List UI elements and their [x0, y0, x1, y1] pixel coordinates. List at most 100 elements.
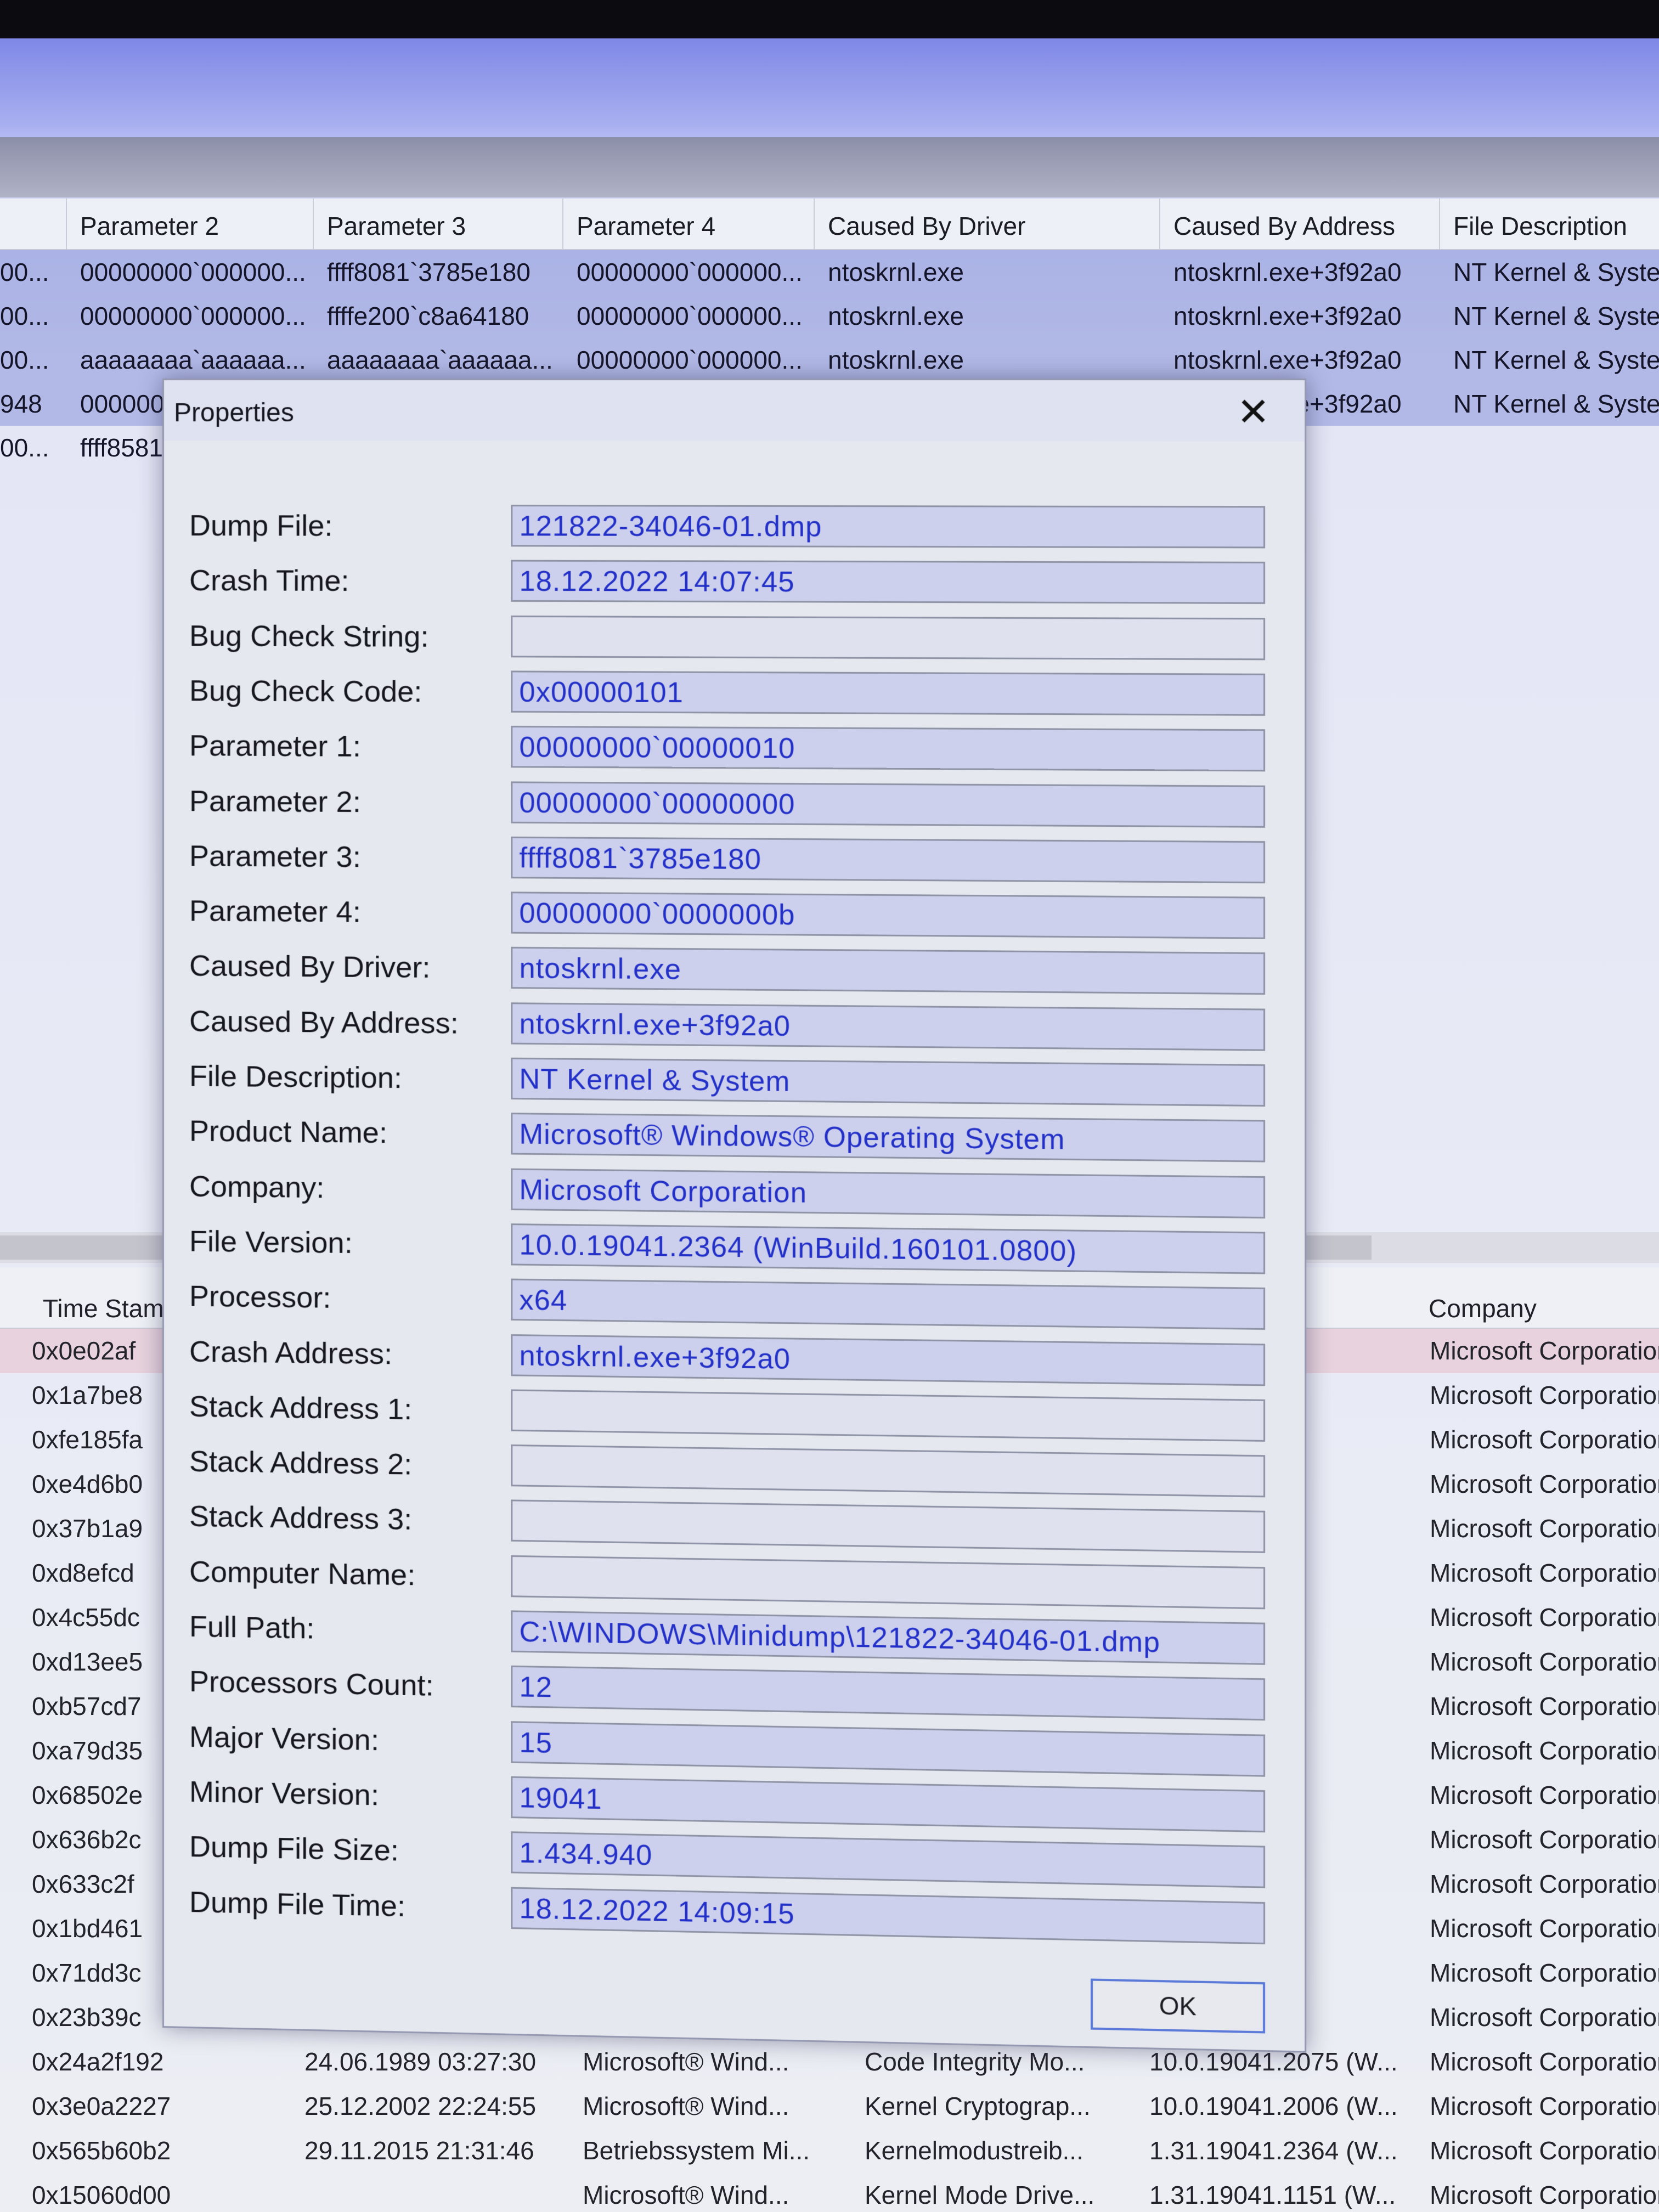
property-value-field[interactable]: ntoskrnl.exe — [511, 947, 1266, 995]
property-row: Parameter 4: 00000000`0000000b — [164, 886, 1305, 944]
cell-file-description: Kernel Mode Drive... — [865, 2181, 1095, 2209]
property-value-field[interactable] — [511, 1555, 1266, 1610]
crash-row[interactable]: 00... 00000000`000000... ffffe200`c8a64180… — [0, 294, 1659, 338]
driver-row[interactable]: 0x15060d00 Microsoft® Wind... Kernel Mode … — [0, 2173, 1659, 2212]
property-value-field[interactable]: Microsoft® Windows® Operating System — [511, 1113, 1266, 1163]
property-value-field[interactable]: ntoskrnl.exe+3f92a0 — [511, 1002, 1266, 1051]
property-label: Product Name: — [189, 1114, 387, 1150]
cell-company: Microsoft Corporation — [1430, 2181, 1659, 2209]
crash-row[interactable]: 00... aaaaaaaa`aaaaaa... aaaaaaaa`aaaaaa..… — [0, 338, 1659, 382]
cell-company: Microsoft Corporation — [1430, 1336, 1659, 1365]
property-label: Bug Check String: — [189, 619, 429, 653]
cell-company: Microsoft Corporation — [1430, 2136, 1659, 2165]
property-row: Dump File: 121822-34046-01.dmp — [164, 501, 1305, 553]
property-row: Crash Time: 18.12.2022 14:07:45 — [164, 556, 1305, 608]
cell-company: Microsoft Corporation — [1430, 1692, 1659, 1720]
driver-row[interactable]: 0x565b60b2 29.11.2015 21:31:46 Betriebssys… — [0, 2129, 1659, 2173]
property-value-field[interactable]: 00000000`00000010 — [511, 726, 1266, 772]
cell-time-stamp: 0x15060d00 — [32, 2181, 171, 2209]
property-label: Stack Address 2: — [189, 1444, 413, 1481]
property-row: File Description: NT Kernel & System — [164, 1051, 1305, 1111]
column-header-company[interactable]: Company — [1415, 1267, 1537, 1328]
property-value-field[interactable]: ffff8081`3785e180 — [511, 836, 1266, 884]
cell-company: Microsoft Corporation — [1430, 1870, 1659, 1898]
cell-product-name: Microsoft® Wind... — [583, 2181, 789, 2209]
property-row: Stack Address 1: — [164, 1381, 1305, 1447]
property-value-field[interactable]: Microsoft Corporation — [511, 1168, 1266, 1218]
cell-file-description — [1440, 426, 1659, 470]
property-value-field[interactable] — [511, 1389, 1266, 1442]
property-value-field[interactable]: 00000000`0000000b — [511, 891, 1266, 939]
cell-file-description: Kernel Cryptograp... — [865, 2092, 1091, 2120]
property-value-field[interactable] — [511, 1499, 1266, 1554]
cell-caused-by-driver: ntoskrnl.exe — [828, 302, 964, 330]
cell-product-name: Betriebssystem Mi... — [583, 2136, 810, 2165]
property-value-field[interactable]: C:\WINDOWS\Minidump\121822-34046-01.dmp — [511, 1610, 1266, 1665]
column-header-blank[interactable] — [0, 199, 67, 249]
cell-date: 29.11.2015 21:31:46 — [304, 2136, 534, 2165]
cell-caused-by-address: ntoskrnl.exe+3f92a0 — [1173, 346, 1402, 374]
cell-company: Microsoft Corporation — [1430, 1425, 1659, 1454]
driver-row[interactable]: 0x3e0a2227 25.12.2002 22:24:55 Microsoft® … — [0, 2084, 1659, 2129]
property-label: File Version: — [189, 1224, 353, 1260]
property-label: Parameter 1: — [189, 729, 361, 764]
cell-caused-by-address: ntoskrnl.exe+3f92a0 — [1173, 258, 1402, 286]
cell-time-stamp: 0x24a2f192 — [32, 2047, 164, 2076]
crash-row[interactable]: 00... 00000000`000000... ffff8081`3785e180… — [0, 250, 1659, 294]
property-value-field[interactable]: 12 — [511, 1666, 1266, 1721]
property-label: Bug Check Code: — [189, 674, 422, 708]
ok-button[interactable]: OK — [1090, 1978, 1266, 2034]
cell-file-version: 10.0.19041.2006 (W... — [1149, 2092, 1398, 2120]
cell-parameter-1: 948 — [0, 390, 42, 418]
cell-parameter-1: 00... — [0, 346, 49, 374]
property-value-field[interactable] — [511, 615, 1266, 660]
driver-row[interactable]: 0x24a2f192 24.06.1989 03:27:30 Microsoft® … — [0, 2040, 1659, 2084]
property-label: Processor: — [189, 1279, 331, 1314]
column-header-parameter-2[interactable]: Parameter 2 — [67, 199, 314, 249]
property-value-field[interactable]: 0x00000101 — [511, 670, 1266, 716]
cell-product-name: Microsoft® Wind... — [583, 2047, 789, 2076]
cell-file-description: NT Kernel & System — [1453, 390, 1659, 418]
property-value-field[interactable]: 19041 — [511, 1776, 1266, 1833]
cell-caused-by-driver: ntoskrnl.exe — [828, 258, 964, 286]
property-row: Parameter 1: 00000000`00000010 — [164, 721, 1305, 776]
property-value-field[interactable]: 15 — [511, 1720, 1266, 1777]
column-header-caused-by-address[interactable]: Caused By Address — [1160, 199, 1440, 249]
property-label: File Description: — [189, 1059, 403, 1095]
column-header-time-stamp[interactable]: Time Stamp — [30, 1267, 178, 1328]
cell-company: Microsoft Corporation — [1430, 2003, 1659, 2032]
dialog-titlebar[interactable]: Properties ✕ — [163, 380, 1305, 442]
property-value-field[interactable]: NT Kernel & System — [511, 1057, 1266, 1107]
cell-company: Microsoft Corporation — [1430, 1559, 1659, 1587]
property-row: File Version: 10.0.19041.2364 (WinBuild.1… — [164, 1216, 1305, 1279]
cell-parameter-2: 00000000`000000... — [80, 302, 306, 330]
cell-file-version: 1.31.19041.1151 (W... — [1149, 2181, 1396, 2209]
property-value-field[interactable]: 18.12.2022 14:07:45 — [511, 560, 1266, 605]
property-value-field[interactable]: ntoskrnl.exe+3f92a0 — [511, 1334, 1266, 1386]
close-icon[interactable]: ✕ — [1228, 387, 1279, 437]
property-value-field[interactable]: 1.434.940 — [511, 1831, 1266, 1888]
cell-date — [304, 2173, 562, 2212]
property-value-field[interactable]: x64 — [511, 1278, 1266, 1330]
column-header-caused-by-driver[interactable]: Caused By Driver — [815, 199, 1160, 249]
property-label: Processors Count: — [189, 1665, 434, 1702]
property-value-field[interactable] — [511, 1444, 1266, 1498]
property-value-field[interactable]: 10.0.19041.2364 (WinBuild.160101.0800) — [511, 1223, 1266, 1274]
cell-date: 24.06.1989 03:27:30 — [304, 2047, 537, 2076]
property-row: Caused By Driver: ntoskrnl.exe — [164, 941, 1305, 1000]
column-header-parameter-3[interactable]: Parameter 3 — [314, 199, 563, 249]
property-row: Bug Check Code: 0x00000101 — [164, 666, 1305, 720]
cell-file-description: NT Kernel & System — [1453, 258, 1659, 286]
cell-parameter-4: 00000000`000000... — [577, 302, 803, 330]
cell-company: Microsoft Corporation — [1430, 1959, 1659, 1987]
property-value-field[interactable]: 18.12.2022 14:09:15 — [511, 1887, 1266, 1944]
property-label: Minor Version: — [189, 1775, 379, 1812]
property-label: Parameter 2: — [189, 784, 361, 819]
property-label: Caused By Address: — [189, 1005, 459, 1040]
property-value-field[interactable]: 121822-34046-01.dmp — [511, 505, 1266, 549]
property-row: Processor: x64 — [164, 1271, 1305, 1335]
column-header-file-description[interactable]: File Description — [1440, 199, 1659, 249]
column-header-parameter-4[interactable]: Parameter 4 — [563, 199, 815, 249]
property-value-field[interactable]: 00000000`00000000 — [511, 781, 1266, 828]
cell-parameter-3: ffff8081`3785e180 — [327, 258, 531, 286]
